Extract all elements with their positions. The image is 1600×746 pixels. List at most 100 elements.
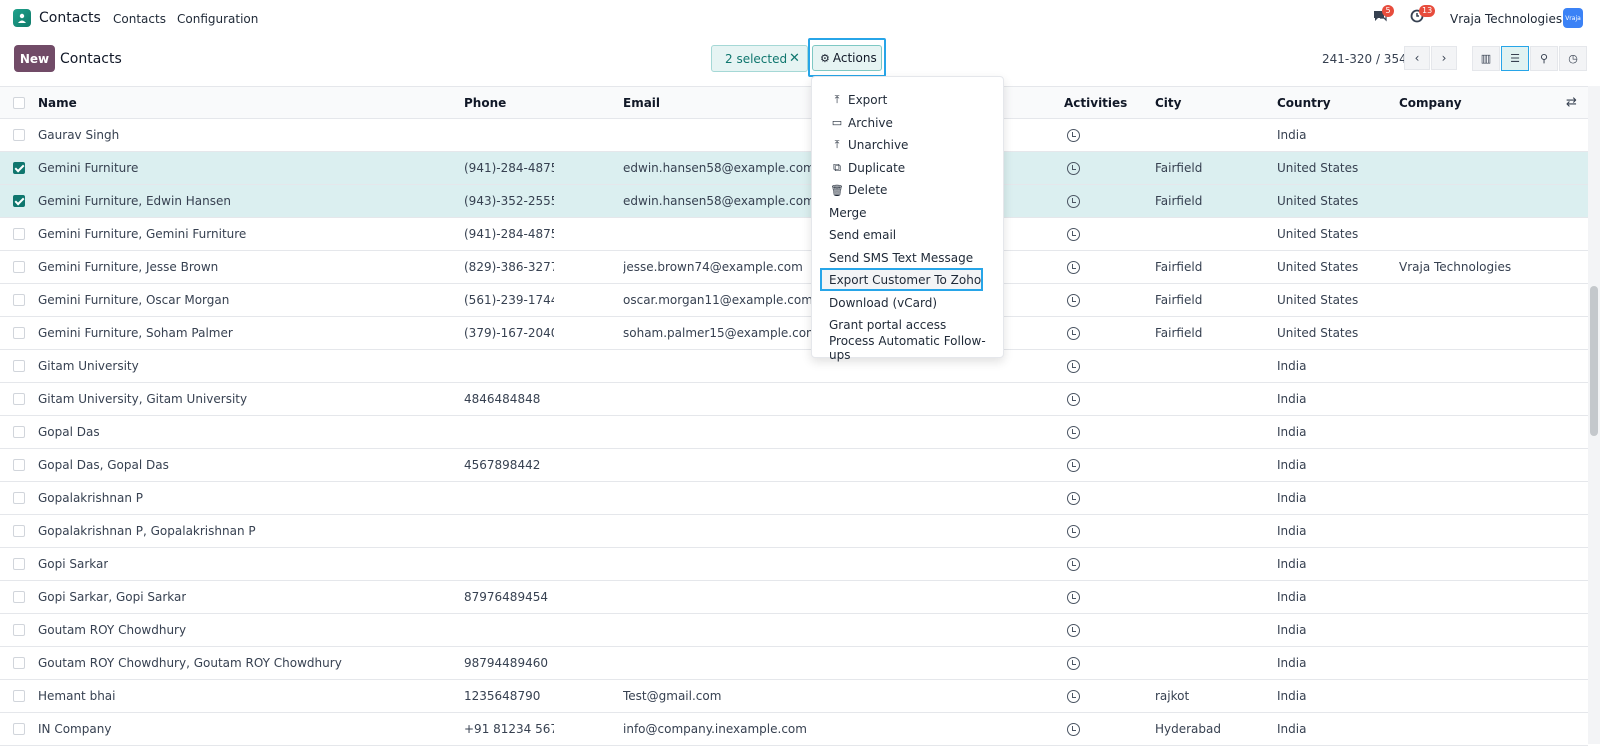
table-row[interactable]: Gemini Furniture (941)-284-4875 edwin.hans… (0, 152, 1588, 185)
new-button[interactable]: New (14, 45, 55, 72)
row-checkbox[interactable] (13, 723, 25, 735)
table-row[interactable]: Gemini Furniture, Gemini Furniture (941)-… (0, 218, 1588, 251)
activity-clock-icon[interactable] (1067, 426, 1080, 439)
menu-item-unarchive[interactable]: ⤒ Unarchive (812, 134, 1003, 156)
table-row[interactable]: IN Company +91 81234 5678 info@company.ine… (0, 713, 1588, 746)
table-row[interactable]: Goutam ROY Chowdhury India (0, 614, 1588, 647)
menu-item-send-email[interactable]: Send email (812, 224, 1003, 246)
activity-clock-icon[interactable] (1067, 294, 1080, 307)
app-name[interactable]: Contacts (39, 10, 101, 26)
column-header-activities[interactable]: Activities (1064, 96, 1127, 110)
activity-clock-icon[interactable] (1067, 261, 1080, 274)
column-header-name[interactable]: Name (38, 96, 77, 110)
table-row[interactable]: Hemant bhai 1235648790 Test@gmail.com rajko… (0, 680, 1588, 713)
menu-item-export[interactable]: ⤒ Export (812, 89, 1003, 111)
menu-item-send-sms-text-message[interactable]: Send SMS Text Message (812, 247, 1003, 269)
table-row[interactable]: Gitam University, Gitam University 484648… (0, 383, 1588, 416)
row-checkbox[interactable] (13, 558, 25, 570)
column-header-email[interactable]: Email (623, 96, 660, 110)
menu-configuration[interactable]: Configuration (177, 12, 258, 26)
activity-clock-icon[interactable] (1067, 558, 1080, 571)
table-row[interactable]: Gitam University India (0, 350, 1588, 383)
kanban-view-button[interactable]: ▥ (1472, 46, 1500, 71)
activity-clock-icon[interactable] (1067, 459, 1080, 472)
vertical-scrollbar[interactable] (1588, 86, 1600, 744)
scrollbar-thumb[interactable] (1590, 286, 1598, 436)
pager-value[interactable]: 241-320 / 354 (1322, 52, 1407, 66)
activity-view-button[interactable]: ◷ (1559, 46, 1587, 71)
row-checkbox[interactable] (13, 393, 25, 405)
menu-item-archive[interactable]: ▭ Archive (812, 112, 1003, 134)
activity-clock-icon[interactable] (1067, 690, 1080, 703)
activity-clock-icon[interactable] (1067, 195, 1080, 208)
row-checkbox[interactable] (13, 195, 25, 207)
activity-clock-icon[interactable] (1067, 525, 1080, 538)
activities-button[interactable]: 13 (1409, 5, 1436, 24)
pager-previous-button[interactable]: ‹ (1404, 46, 1430, 70)
row-checkbox[interactable] (13, 360, 25, 372)
menu-item-download-vcard[interactable]: Download (vCard) (812, 292, 1003, 314)
contacts-app-icon[interactable] (13, 9, 31, 27)
table-row[interactable]: Gopal Das, Gopal Das 4567898442 India (0, 449, 1588, 482)
table-row[interactable]: Gemini Furniture, Oscar Morgan (561)-239-… (0, 284, 1588, 317)
row-checkbox[interactable] (13, 327, 25, 339)
cell-name: Gitam University, Gitam University (38, 392, 248, 406)
activity-clock-icon[interactable] (1067, 360, 1080, 373)
table-row[interactable]: Gemini Furniture, Soham Palmer (379)-167-… (0, 317, 1588, 350)
activity-clock-icon[interactable] (1067, 723, 1080, 736)
activity-clock-icon[interactable] (1067, 228, 1080, 241)
row-checkbox[interactable] (13, 294, 25, 306)
user-avatar[interactable]: Vraja (1563, 8, 1583, 28)
row-checkbox[interactable] (13, 690, 25, 702)
column-header-company[interactable]: Company (1399, 96, 1462, 110)
row-checkbox[interactable] (13, 426, 25, 438)
table-row[interactable]: Gemini Furniture, Edwin Hansen (943)-352-… (0, 185, 1588, 218)
menu-item-export-customer-to-zoho[interactable]: Export Customer To Zoho (812, 269, 1003, 291)
optional-columns-icon[interactable]: ⇄ (1566, 95, 1577, 110)
row-checkbox[interactable] (13, 624, 25, 636)
activity-clock-icon[interactable] (1067, 657, 1080, 670)
row-checkbox[interactable] (13, 459, 25, 471)
column-header-phone[interactable]: Phone (464, 96, 506, 110)
messages-button[interactable]: 5 (1372, 5, 1394, 24)
row-checkbox[interactable] (13, 657, 25, 669)
table-row[interactable]: Gopi Sarkar India (0, 548, 1588, 581)
activity-clock-icon[interactable] (1067, 624, 1080, 637)
row-checkbox[interactable] (13, 261, 25, 273)
row-checkbox[interactable] (13, 129, 25, 141)
menu-contacts[interactable]: Contacts (113, 12, 166, 26)
row-checkbox[interactable] (13, 525, 25, 537)
cell-country: United States (1277, 293, 1359, 307)
select-all-checkbox[interactable] (13, 97, 25, 109)
pager-next-button[interactable]: › (1431, 46, 1457, 70)
activity-clock-icon[interactable] (1067, 162, 1080, 175)
menu-item-process-automatic-follow-ups[interactable]: Process Automatic Follow-ups (812, 334, 1003, 362)
activity-clock-icon[interactable] (1067, 129, 1080, 142)
row-checkbox[interactable] (13, 492, 25, 504)
row-checkbox[interactable] (13, 162, 25, 174)
activity-clock-icon[interactable] (1067, 492, 1080, 505)
list-view-button[interactable]: ☰ (1501, 46, 1529, 71)
menu-item-duplicate[interactable]: ⧉ Duplicate (812, 157, 1003, 179)
table-row[interactable]: Gopalakrishnan P India (0, 482, 1588, 515)
actions-button[interactable]: ⚙ Actions (812, 45, 882, 71)
map-view-button[interactable]: ⚲ (1530, 46, 1558, 71)
menu-item-merge[interactable]: Merge (812, 202, 1003, 224)
activity-clock-icon[interactable] (1067, 327, 1080, 340)
cell-phone: +91 81234 5678 (464, 722, 554, 736)
activity-clock-icon[interactable] (1067, 591, 1080, 604)
column-header-country[interactable]: Country (1277, 96, 1331, 110)
table-row[interactable]: Gopi Sarkar, Gopi Sarkar 87976489454 India (0, 581, 1588, 614)
column-header-city[interactable]: City (1155, 96, 1181, 110)
table-row[interactable]: Gopalakrishnan P, Gopalakrishnan P India (0, 515, 1588, 548)
table-row[interactable]: Gaurav Singh India (0, 119, 1588, 152)
unselect-close-icon[interactable]: ✕ (789, 51, 800, 66)
company-switcher[interactable]: Vraja Technologies (1450, 12, 1562, 26)
menu-item-delete[interactable]: 🗑 Delete (812, 179, 1003, 201)
table-row[interactable]: Gopal Das India (0, 416, 1588, 449)
activity-clock-icon[interactable] (1067, 393, 1080, 406)
row-checkbox[interactable] (13, 228, 25, 240)
table-row[interactable]: Gemini Furniture, Jesse Brown (829)-386-3… (0, 251, 1588, 284)
row-checkbox[interactable] (13, 591, 25, 603)
table-row[interactable]: Goutam ROY Chowdhury, Goutam ROY Chowdhu… (0, 647, 1588, 680)
